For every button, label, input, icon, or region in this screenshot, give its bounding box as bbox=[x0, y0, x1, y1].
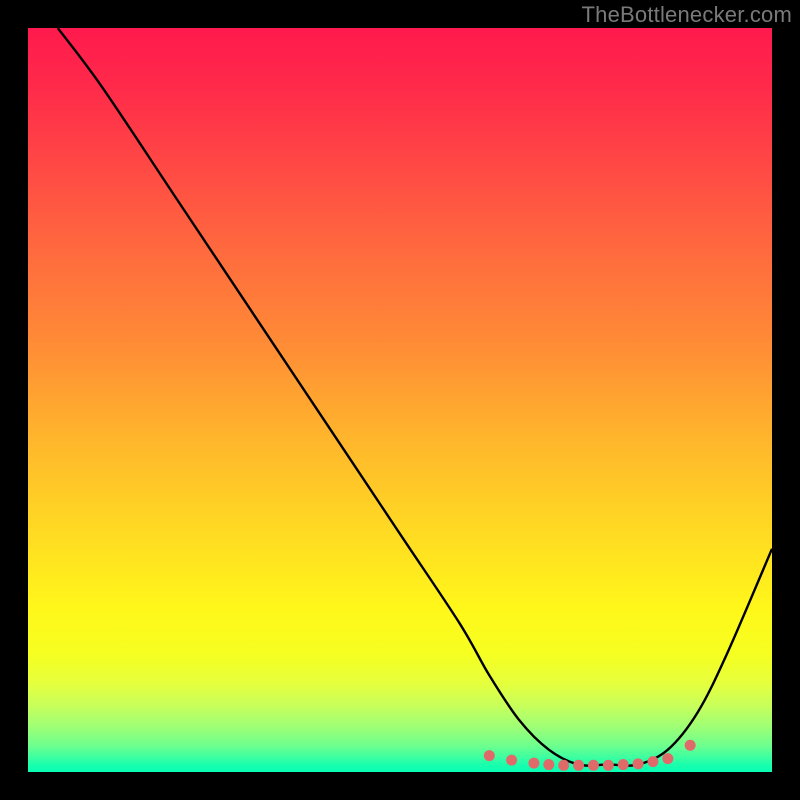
marker-dot bbox=[662, 753, 673, 764]
marker-dot bbox=[506, 755, 517, 766]
marker-dot bbox=[647, 756, 658, 767]
marker-dot bbox=[685, 740, 696, 751]
marker-dot bbox=[603, 760, 614, 771]
marker-dot bbox=[633, 758, 644, 769]
chart-frame: TheBottlenecker.com bbox=[0, 0, 800, 800]
marker-dot bbox=[543, 759, 554, 770]
plot-area bbox=[28, 28, 772, 772]
marker-dot bbox=[588, 760, 599, 771]
watermark-text: TheBottlenecker.com bbox=[582, 2, 792, 28]
marker-dot bbox=[484, 750, 495, 761]
marker-dot bbox=[618, 759, 629, 770]
curve-line bbox=[58, 28, 772, 766]
marker-dot bbox=[528, 758, 539, 769]
curve-layer bbox=[28, 28, 772, 772]
marker-dot bbox=[573, 760, 584, 771]
marker-dot bbox=[558, 760, 569, 771]
bottleneck-curve bbox=[58, 28, 772, 766]
flat-region-dots bbox=[484, 740, 696, 771]
